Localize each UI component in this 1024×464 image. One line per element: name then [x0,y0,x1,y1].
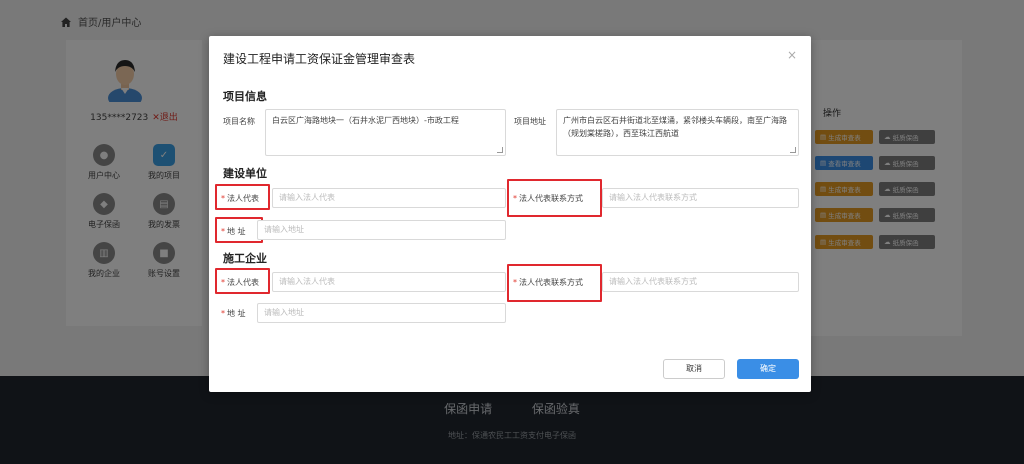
contractor-contact-input[interactable]: 请输入法人代表联系方式 [602,272,799,292]
contractor-address-input[interactable]: 请输入地址 [257,303,506,323]
required-mark: * [513,194,517,203]
required-mark: * [513,278,517,287]
cancel-button[interactable]: 取消 [663,359,725,379]
section-project-info: 项目信息 [223,90,267,103]
project-name-field[interactable]: 白云区广海路地块一（石井水泥厂西地块）-市政工程 [265,109,506,156]
required-mark: * [221,227,225,236]
resize-handle-icon[interactable] [790,147,796,153]
contractor-rep-input[interactable]: 请输入法人代表 [272,272,506,292]
project-name-label: 项目名称 [223,117,255,126]
required-mark: * [221,278,225,287]
project-address-label: 项目地址 [514,117,546,126]
builder-rep-label: * 法人代表 [221,194,259,203]
section-builder: 建设单位 [223,167,267,180]
review-form-dialog: 建设工程申请工资保证金管理审查表 × 项目信息 项目名称 白云区广海路地块一（石… [209,36,811,392]
close-icon[interactable]: × [787,48,797,62]
section-contractor: 施工企业 [223,252,267,265]
builder-contact-label: * 法人代表联系方式 [513,194,583,203]
confirm-button[interactable]: 确定 [737,359,799,379]
dialog-title: 建设工程申请工资保证金管理审查表 [223,52,416,66]
project-address-value: 广州市白云区石井街道北至煤涌，紧邻楼头车辆段，南至广海路（规划棠槎路），西至珠江… [563,116,787,138]
resize-handle-icon[interactable] [497,147,503,153]
contractor-address-label: * 地 址 [221,309,246,318]
builder-address-input[interactable]: 请输入地址 [257,220,506,240]
project-address-field[interactable]: 广州市白云区石井街道北至煤涌，紧邻楼头车辆段，南至广海路（规划棠槎路），西至珠江… [556,109,799,156]
contractor-rep-label: * 法人代表 [221,278,259,287]
builder-contact-input[interactable]: 请输入法人代表联系方式 [602,188,799,208]
builder-rep-input[interactable]: 请输入法人代表 [272,188,506,208]
builder-address-label: * 地 址 [221,227,246,236]
required-mark: * [221,309,225,318]
project-name-value: 白云区广海路地块一（石井水泥厂西地块）-市政工程 [272,116,459,125]
required-mark: * [221,194,225,203]
contractor-contact-label: * 法人代表联系方式 [513,278,583,287]
